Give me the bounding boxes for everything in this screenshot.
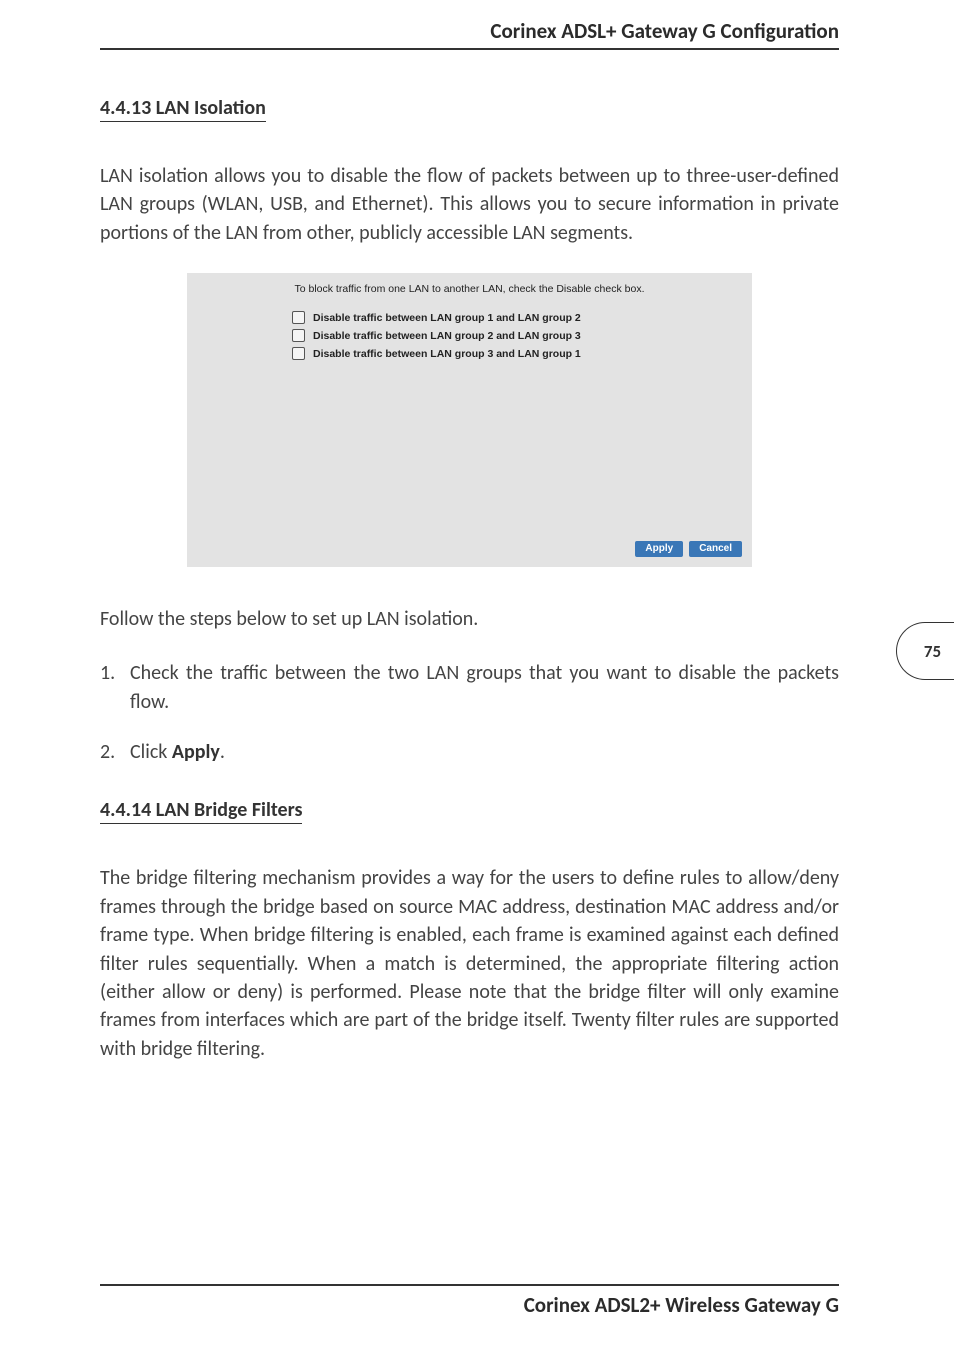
apply-button[interactable]: Apply <box>635 541 683 557</box>
page-number: 75 <box>924 641 941 662</box>
checkbox-label: Disable traffic between LAN group 1 and … <box>313 312 581 324</box>
step-number: 1. <box>100 659 130 716</box>
checkbox-icon[interactable] <box>292 329 305 342</box>
step2-prefix: Click <box>130 740 172 764</box>
embedded-ui-screenshot: To block traffic from one LAN to another… <box>100 273 839 567</box>
lan-bridge-filters-body: The bridge filtering mechanism provides … <box>100 864 839 1063</box>
section-heading-lan-bridge-filters: 4.4.14 LAN Bridge Filters <box>100 798 302 824</box>
checkbox-icon[interactable] <box>292 347 305 360</box>
manual-page: Corinex ADSL+ Gateway G Configuration 4.… <box>0 0 954 1352</box>
checkbox-row-3-1[interactable]: Disable traffic between LAN group 3 and … <box>292 347 752 360</box>
section-lan-bridge-filters: 4.4.14 LAN Bridge Filters The bridge fil… <box>100 798 839 1063</box>
cancel-button[interactable]: Cancel <box>689 541 742 557</box>
page-footer: Corinex ADSL2+ Wireless Gateway G <box>100 1284 839 1318</box>
step-number: 2. <box>100 738 130 766</box>
checkbox-icon[interactable] <box>292 311 305 324</box>
step-text: Click Apply. <box>130 738 839 766</box>
checkbox-label: Disable traffic between LAN group 2 and … <box>313 330 581 342</box>
lan-isolation-panel: To block traffic from one LAN to another… <box>187 273 752 567</box>
checkbox-row-2-3[interactable]: Disable traffic between LAN group 2 and … <box>292 329 752 342</box>
step-text: Check the traffic between the two LAN gr… <box>130 659 839 716</box>
step-2: 2. Click Apply. <box>100 738 839 766</box>
follow-steps-text: Follow the steps below to set up LAN iso… <box>100 607 839 631</box>
panel-button-bar: Apply Cancel <box>187 535 752 567</box>
section-lan-isolation: 4.4.13 LAN Isolation LAN isolation allow… <box>100 96 839 247</box>
header-title: Corinex ADSL+ Gateway G Configuration <box>490 18 839 44</box>
step-1: 1. Check the traffic between the two LAN… <box>100 659 839 716</box>
checkbox-row-1-2[interactable]: Disable traffic between LAN group 1 and … <box>292 311 752 324</box>
footer-title: Corinex ADSL2+ Wireless Gateway G <box>524 1292 839 1318</box>
page-header: Corinex ADSL+ Gateway G Configuration <box>100 18 839 50</box>
section-heading-lan-isolation: 4.4.13 LAN Isolation <box>100 96 266 122</box>
step2-suffix: . <box>220 740 225 764</box>
lan-isolation-intro: LAN isolation allows you to disable the … <box>100 162 839 247</box>
panel-spacer <box>187 365 752 535</box>
panel-instruction: To block traffic from one LAN to another… <box>187 273 752 311</box>
page-number-tab: 75 <box>896 622 954 680</box>
step2-bold: Apply <box>172 740 220 764</box>
checkbox-label: Disable traffic between LAN group 3 and … <box>313 348 581 360</box>
